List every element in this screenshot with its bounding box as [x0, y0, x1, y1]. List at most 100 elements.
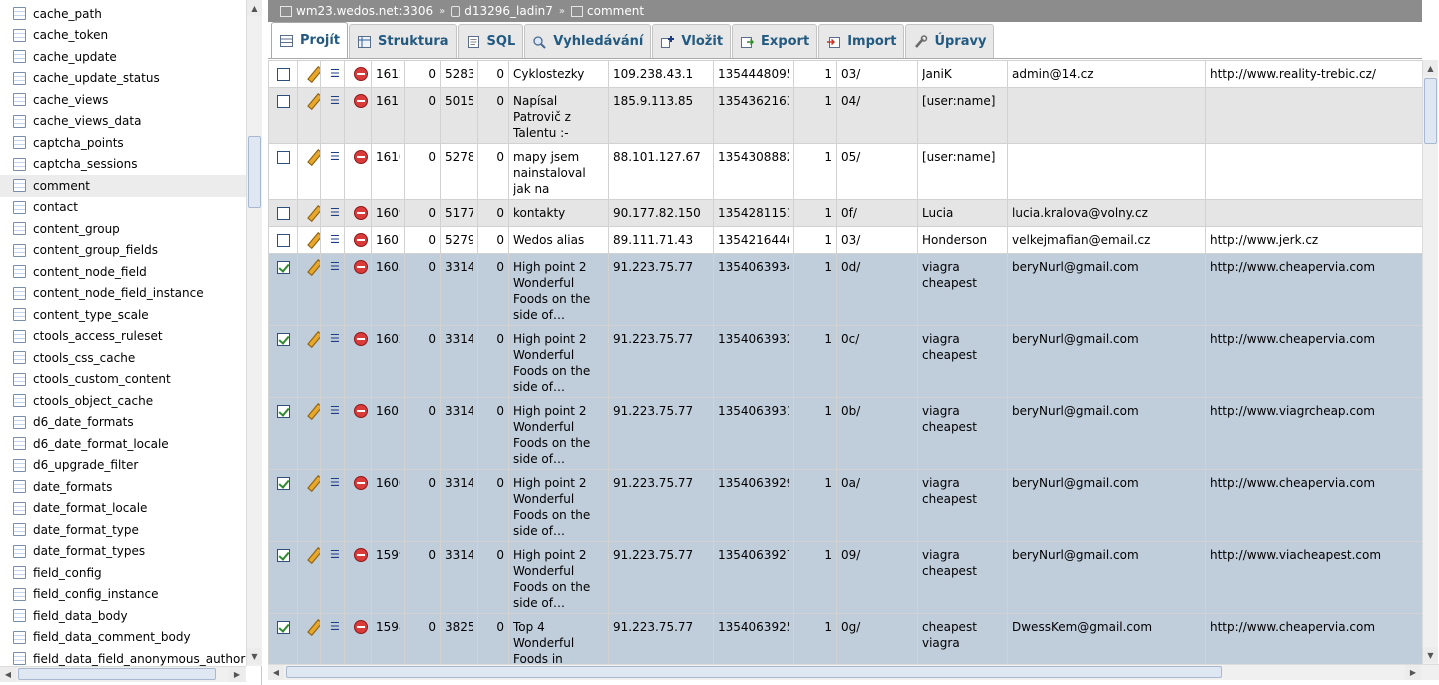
edit-pencil-icon[interactable]: [307, 620, 321, 634]
breadcrumb-database[interactable]: d13296_ladin7: [464, 4, 553, 18]
sidebar-table-name[interactable]: contact: [33, 200, 78, 214]
table-row[interactable]: ☰ 1603 0 3314 0 High point 2 Wonderful Foods …: [268, 253, 1422, 326]
sidebar-table-name[interactable]: captcha_points: [33, 136, 124, 150]
cell-mail[interactable]: beryNurl@gmail.com: [1007, 397, 1206, 470]
sidebar-table-name[interactable]: comment: [33, 179, 90, 193]
row-delete-cell[interactable]: [344, 226, 372, 254]
row-checkbox[interactable]: [277, 477, 290, 490]
sidebar-table-name[interactable]: content_node_field: [33, 265, 147, 279]
sidebar-table-item[interactable]: comment: [0, 175, 246, 197]
cell-thread[interactable]: 09/: [836, 541, 918, 614]
cell-uid[interactable]: 0: [477, 87, 509, 144]
cell-cid[interactable]: 1599: [371, 541, 405, 614]
row-select-cell[interactable]: [268, 226, 298, 254]
copy-row-icon[interactable]: ☰: [330, 476, 345, 490]
row-select-cell[interactable]: [268, 143, 298, 200]
delete-row-icon[interactable]: [354, 475, 368, 490]
table-row[interactable]: ☰ 1602 0 3314 0 High point 2 Wonderful Foods …: [268, 325, 1422, 398]
cell-thread[interactable]: 0a/: [836, 469, 918, 542]
copy-row-icon[interactable]: ☰: [330, 260, 345, 274]
sidebar-table-item[interactable]: cache_views_data: [0, 111, 246, 133]
cell-homepage[interactable]: http://www.cheapervia.com: [1205, 469, 1422, 542]
sidebar-table-item[interactable]: field_data_field_anonymous_author: [0, 648, 246, 666]
cell-mail[interactable]: beryNurl@gmail.com: [1007, 469, 1206, 542]
row-copy-cell[interactable]: ☰: [320, 199, 345, 227]
tab-browse[interactable]: Projít: [271, 22, 348, 58]
tab-structure[interactable]: Struktura: [349, 24, 457, 58]
cell-mail[interactable]: [1007, 143, 1206, 200]
delete-row-icon[interactable]: [354, 547, 368, 562]
row-delete-cell[interactable]: [344, 325, 372, 398]
row-checkbox[interactable]: [277, 234, 290, 247]
table-icon[interactable]: [13, 329, 26, 343]
row-edit-cell[interactable]: [297, 325, 321, 398]
sidebar-table-name[interactable]: content_group: [33, 222, 120, 236]
sidebar-table-name[interactable]: d6_date_formats: [33, 415, 134, 429]
cell-pid[interactable]: 0: [404, 253, 441, 326]
table-row[interactable]: ☰ 1611 0 5015 0 Napísal Patrovič z Talentu :-…: [268, 87, 1422, 144]
cell-hostname[interactable]: 90.177.82.150: [608, 199, 714, 227]
cell-timestamp[interactable]: 1354063934: [713, 253, 794, 326]
cell-status[interactable]: 1: [793, 469, 837, 542]
row-copy-cell[interactable]: ☰: [320, 87, 345, 144]
cell-uid[interactable]: 0: [477, 541, 509, 614]
cell-mail[interactable]: beryNurl@gmail.com: [1007, 325, 1206, 398]
row-copy-cell[interactable]: ☰: [320, 469, 345, 542]
cell-subject[interactable]: High point 2 Wonderful Foods on the side…: [508, 253, 609, 326]
cell-cid[interactable]: 1598: [371, 613, 405, 664]
table-icon[interactable]: [13, 609, 26, 623]
row-select-cell[interactable]: [268, 325, 298, 398]
row-select-cell[interactable]: [268, 469, 298, 542]
sidebar-table-item[interactable]: date_formats: [0, 476, 246, 498]
row-select-cell[interactable]: [268, 87, 298, 144]
scroll-left-icon[interactable]: ◀: [268, 665, 284, 680]
cell-mail[interactable]: velkejmafian@email.cz: [1007, 226, 1206, 254]
sidebar-table-item[interactable]: ctools_css_cache: [0, 347, 246, 369]
cell-homepage[interactable]: http://www.cheapervia.com: [1205, 253, 1422, 326]
edit-pencil-icon[interactable]: [307, 404, 321, 418]
row-delete-cell[interactable]: [344, 199, 372, 227]
row-delete-cell[interactable]: [344, 397, 372, 470]
sidebar-table-item[interactable]: cache_token: [0, 25, 246, 47]
table-icon[interactable]: [13, 566, 26, 580]
row-checkbox[interactable]: [277, 333, 290, 346]
table-icon[interactable]: [13, 394, 26, 408]
tab-operations[interactable]: Úpravy: [905, 24, 995, 58]
sidebar-table-item[interactable]: contact: [0, 197, 246, 219]
delete-row-icon[interactable]: [354, 619, 368, 634]
table-icon[interactable]: [13, 286, 26, 300]
cell-hostname[interactable]: 91.223.75.77: [608, 469, 714, 542]
row-edit-cell[interactable]: [297, 397, 321, 470]
sidebar-table-name[interactable]: field_config_instance: [33, 587, 158, 601]
cell-status[interactable]: 1: [793, 325, 837, 398]
edit-pencil-icon[interactable]: [307, 67, 321, 81]
cell-status[interactable]: 1: [793, 253, 837, 326]
edit-pencil-icon[interactable]: [307, 94, 321, 108]
cell-nid[interactable]: 5283: [440, 60, 478, 88]
cell-pid[interactable]: 0: [404, 613, 441, 664]
tab-import[interactable]: Import: [818, 24, 905, 58]
sidebar-table-item[interactable]: ctools_custom_content: [0, 369, 246, 391]
cell-cid[interactable]: 1602: [371, 325, 405, 398]
cell-homepage[interactable]: [1205, 87, 1422, 144]
row-delete-cell[interactable]: [344, 469, 372, 542]
cell-thread[interactable]: 04/: [836, 87, 918, 144]
cell-hostname[interactable]: 91.223.75.77: [608, 325, 714, 398]
row-checkbox[interactable]: [277, 261, 290, 274]
table-icon[interactable]: [13, 630, 26, 644]
cell-homepage[interactable]: http://www.cheapervia.com: [1205, 613, 1422, 664]
sidebar-table-item[interactable]: content_node_field_instance: [0, 283, 246, 305]
sidebar-table-name[interactable]: field_data_body: [33, 609, 128, 623]
sidebar-table-name[interactable]: cache_path: [33, 7, 102, 21]
cell-subject[interactable]: High point 2 Wonderful Foods on the side…: [508, 541, 609, 614]
scrollbar-thumb[interactable]: [1424, 78, 1437, 144]
cell-subject[interactable]: Napísal Patrovič z Talentu :-: [508, 87, 609, 144]
cell-name[interactable]: viagra cheapest: [917, 469, 1008, 542]
cell-subject[interactable]: Top 4 Wonderful Foods in: [508, 613, 609, 664]
copy-row-icon[interactable]: ☰: [330, 206, 345, 220]
cell-status[interactable]: 1: [793, 226, 837, 254]
cell-timestamp[interactable]: 1354308882: [713, 143, 794, 200]
cell-mail[interactable]: [1007, 87, 1206, 144]
sidebar-table-item[interactable]: ctools_access_ruleset: [0, 326, 246, 348]
row-checkbox[interactable]: [277, 405, 290, 418]
